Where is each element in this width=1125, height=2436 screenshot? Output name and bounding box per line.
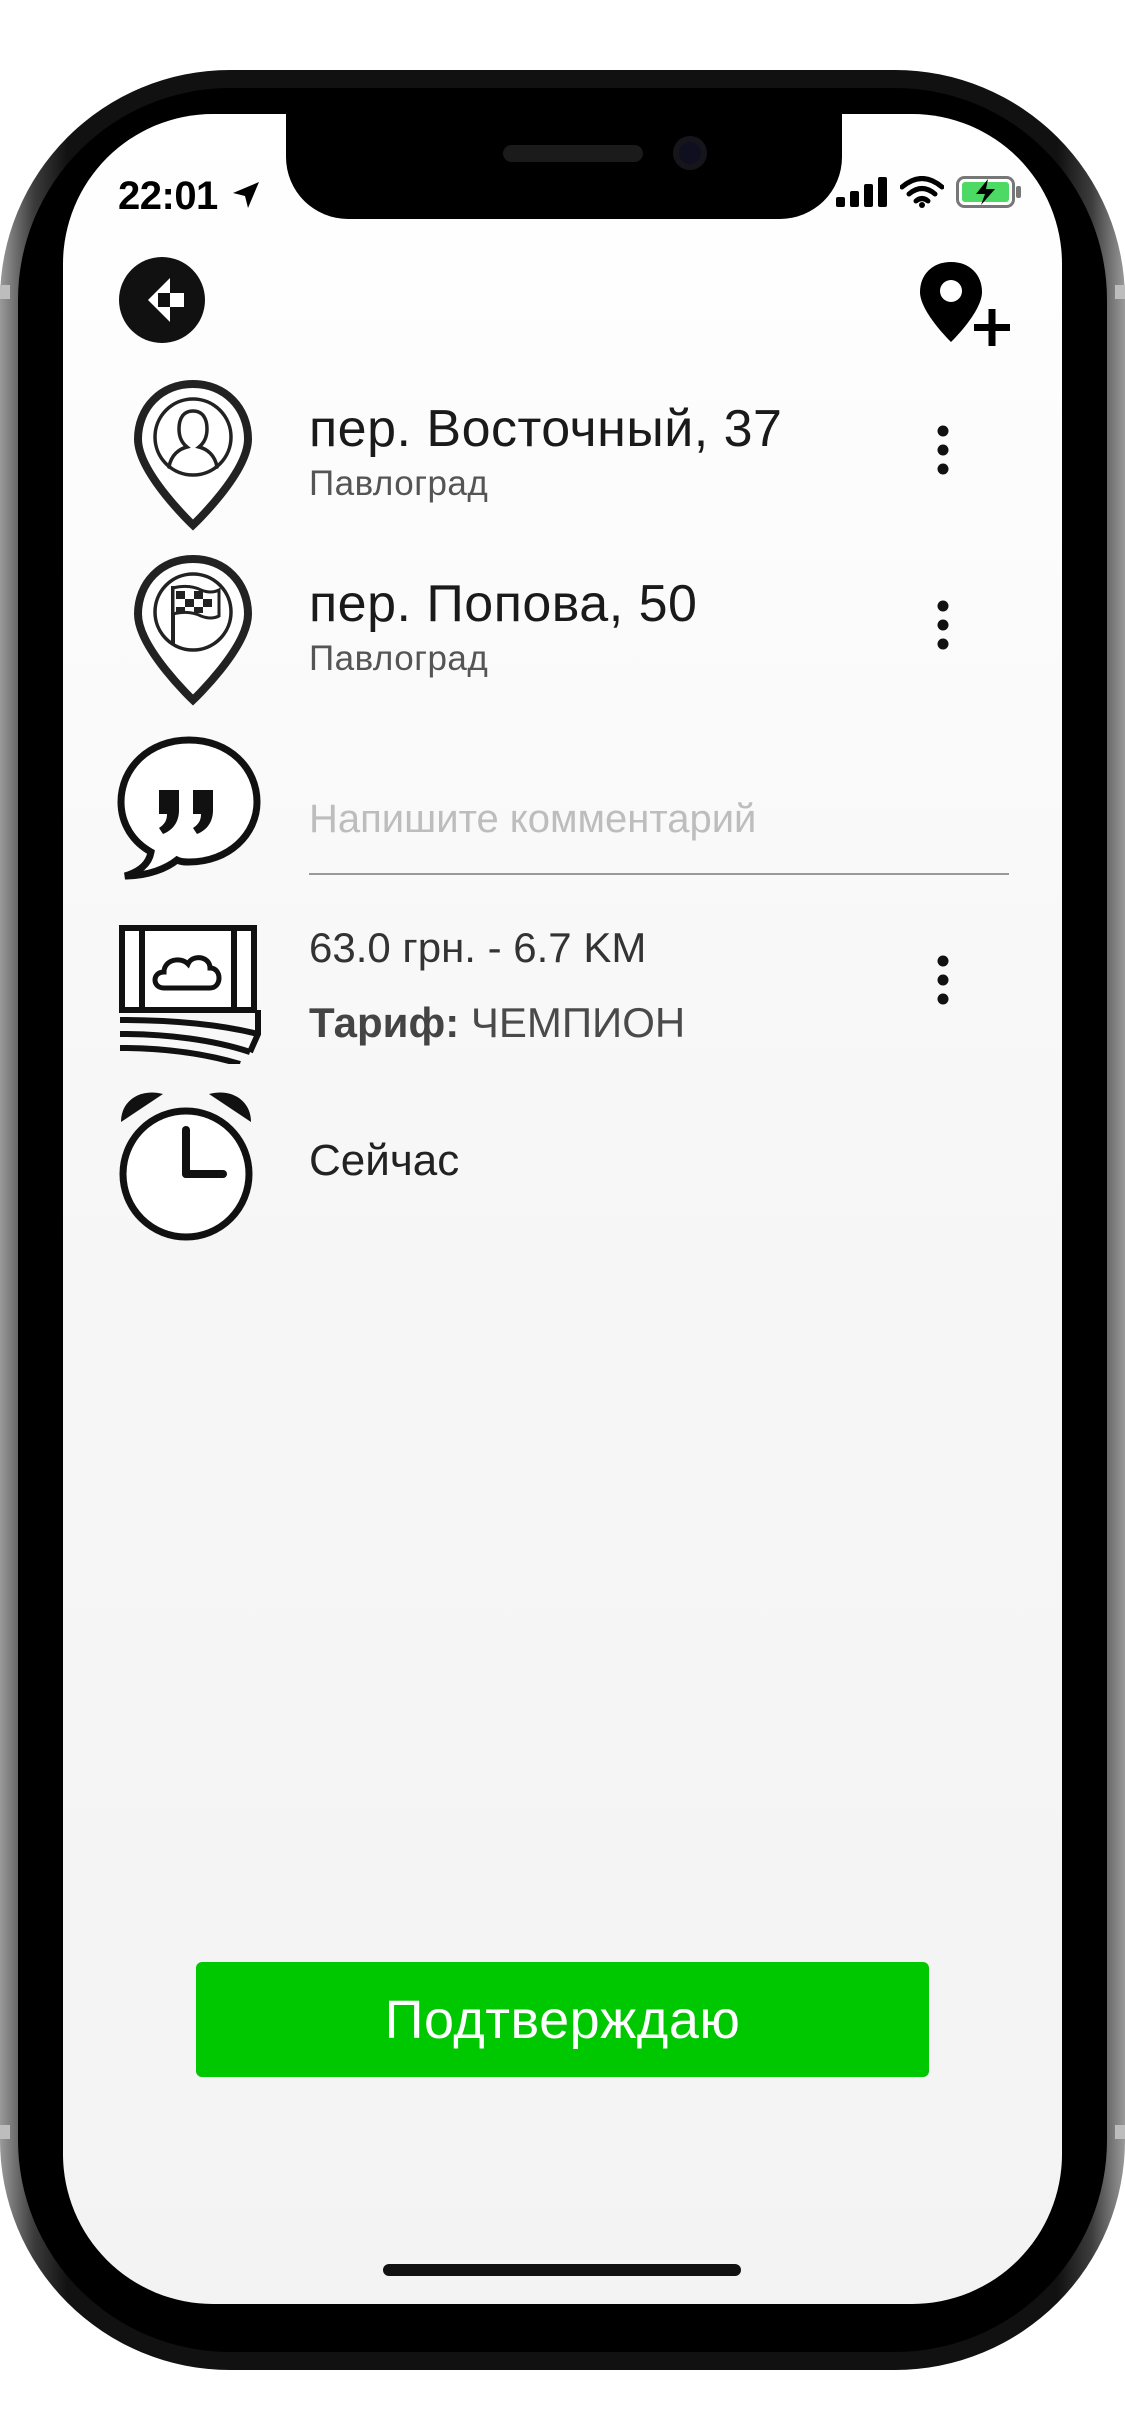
- order-time[interactable]: Сейчас: [309, 1136, 459, 1186]
- destination-city: Павлоград: [309, 639, 489, 678]
- add-location-button[interactable]: [916, 258, 1012, 354]
- comment-underline: [309, 873, 1009, 875]
- home-indicator[interactable]: [383, 2264, 741, 2276]
- destination-pin-icon: [133, 554, 253, 706]
- battery-charging-icon: [956, 176, 1021, 208]
- destination-more-icon[interactable]: [923, 594, 963, 664]
- status-icons: [836, 176, 1022, 208]
- location-arrow-icon: [233, 182, 259, 208]
- alarm-clock-icon: [119, 1092, 253, 1241]
- side-button: [0, 2125, 10, 2139]
- tariff-label: Тариф:: [309, 999, 460, 1046]
- price-distance: 63.0 грн. - 6.7 KM: [309, 924, 647, 971]
- side-button: [0, 285, 10, 299]
- tariff-more-icon[interactable]: [923, 949, 963, 1019]
- app-screen: 22:01 пер. Восточный, 37 Павлоград пер. …: [63, 114, 1062, 2304]
- pickup-address[interactable]: пер. Восточный, 37: [309, 399, 782, 459]
- comment-quote-icon: [117, 736, 261, 880]
- status-time: 22:01: [118, 174, 218, 218]
- wifi-icon: [900, 176, 944, 208]
- tariff-money-icon: [119, 925, 261, 1064]
- tariff-line[interactable]: Тариф: ЧЕМПИОН: [309, 999, 685, 1047]
- speaker: [503, 145, 643, 162]
- destination-address[interactable]: пер. Попова, 50: [309, 574, 697, 634]
- pickup-pin-icon: [133, 379, 253, 531]
- comment-input[interactable]: [309, 784, 1009, 854]
- pickup-more-icon[interactable]: [923, 419, 963, 489]
- back-button[interactable]: [118, 256, 206, 344]
- side-button: [1115, 285, 1125, 299]
- front-camera: [673, 136, 707, 170]
- notch: [286, 114, 842, 219]
- confirm-button[interactable]: Подтверждаю: [196, 1962, 929, 2077]
- cellular-signal-icon: [836, 177, 887, 207]
- pickup-city: Павлоград: [309, 464, 489, 503]
- side-button: [1115, 2125, 1125, 2139]
- tariff-value: ЧЕМПИОН: [470, 999, 686, 1046]
